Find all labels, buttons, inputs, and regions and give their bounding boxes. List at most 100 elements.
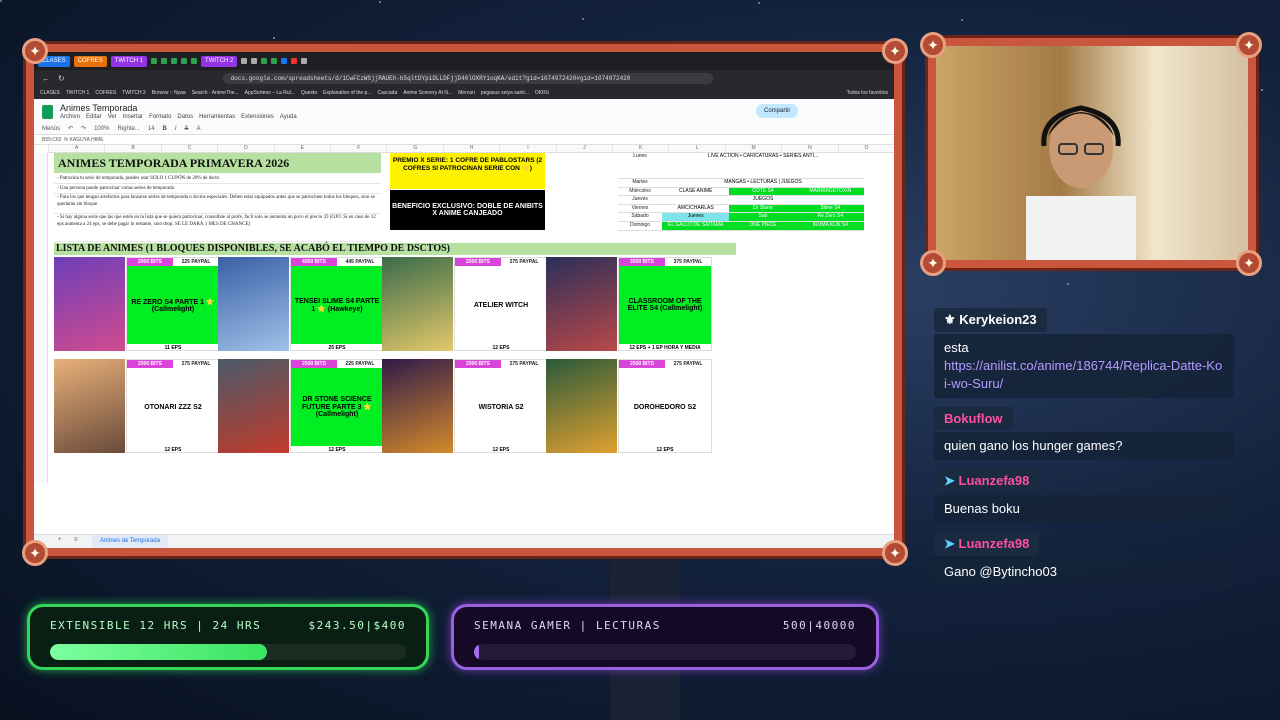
schedule-day[interactable]: Sábado bbox=[618, 213, 662, 221]
bookmark[interactable]: Browse :: Nyaa bbox=[152, 90, 186, 96]
menu-item[interactable]: Herramientas bbox=[199, 114, 235, 120]
schedule-cell[interactable]: IRUMA KUN S4 bbox=[796, 221, 864, 230]
bookmark[interactable]: Search - AnimeThe... bbox=[192, 90, 239, 96]
schedule-day[interactable]: Lunes bbox=[618, 153, 662, 178]
tab-group-twitch2[interactable]: TWITCH 2 bbox=[201, 55, 238, 67]
facebook-tab-icon[interactable] bbox=[281, 58, 288, 64]
bookmark[interactable]: OKRU bbox=[535, 90, 549, 96]
schedule-cell[interactable]: EL GALLO DE SAITAMA bbox=[662, 221, 730, 230]
bookmark[interactable]: CLASES bbox=[40, 90, 60, 96]
youtube-tab-icon[interactable] bbox=[291, 58, 298, 64]
schedule-cell[interactable]: CLASE ANIME bbox=[662, 188, 729, 196]
chat-username[interactable]: ➤ Luanzefa98 bbox=[934, 469, 1040, 493]
undo-icon[interactable]: ↶ bbox=[68, 125, 73, 132]
bookmark[interactable]: Mercari bbox=[458, 90, 475, 96]
anime-name[interactable]: DR STONE SCIENCE FUTURE PARTE 3 ⭐ (Callm… bbox=[291, 368, 383, 446]
anime-name[interactable]: DOROHEDORO S2 bbox=[619, 368, 711, 446]
sheets-tab-icon[interactable] bbox=[181, 58, 188, 64]
rule-row[interactable]: - Para los que tengan artefactos para la… bbox=[54, 194, 381, 214]
anime-slot[interactable]: 2500 BITS 275 PAYPAL OTONARI ZZZ S2 12 EPS bbox=[54, 359, 220, 453]
menu-item[interactable]: Formato bbox=[149, 114, 171, 120]
sheets-tab-icon[interactable] bbox=[171, 58, 178, 64]
all-sheets-icon[interactable]: ≡ bbox=[74, 537, 78, 543]
font-select[interactable]: Righte... bbox=[117, 126, 139, 132]
anime-poster[interactable] bbox=[382, 359, 453, 453]
column-header[interactable]: F bbox=[330, 145, 386, 152]
anime-name[interactable]: OTONARI ZZZ S2 bbox=[127, 368, 219, 446]
anime-name[interactable]: ATELIER WITCH bbox=[455, 266, 547, 344]
rule-row[interactable]: - Una persona puede patrocinar varias se… bbox=[54, 184, 381, 194]
zoom-select[interactable]: 100% bbox=[94, 126, 109, 132]
schedule-cell[interactable]: COTE S4 bbox=[729, 187, 797, 196]
schedule-day[interactable]: Viernes bbox=[618, 205, 662, 213]
schedule-cell[interactable]: MARRIAGETOXIN bbox=[796, 187, 864, 196]
column-header[interactable]: K bbox=[612, 145, 668, 152]
formula-bar[interactable]: B55:C62 fx KAGUYA HIME bbox=[34, 135, 894, 145]
menu-item[interactable]: Extensiones bbox=[241, 114, 274, 120]
column-header[interactable]: A bbox=[48, 145, 104, 152]
schedule-cell[interactable]: Sab bbox=[729, 213, 797, 221]
menu-item[interactable]: Ver bbox=[108, 114, 117, 120]
column-header[interactable]: G bbox=[386, 145, 442, 152]
anime-slot[interactable]: 2500 BITS 225 PAYPAL DR STONE SCIENCE FUTU… bbox=[218, 359, 384, 453]
menus-search[interactable]: Menús bbox=[42, 126, 60, 132]
anime-slot[interactable]: 2500 BITS 275 PAYPAL ATELIER WITCH 12 EPS bbox=[382, 257, 548, 351]
anime-name[interactable]: WISTORIA S2 bbox=[455, 368, 547, 446]
sheets-tab-icon[interactable] bbox=[261, 58, 268, 64]
share-button[interactable]: Compartir bbox=[756, 104, 799, 118]
bookmark[interactable]: Questo bbox=[301, 90, 317, 96]
bookmark[interactable]: Cascada bbox=[377, 90, 397, 96]
anime-slot[interactable]: 2500 BITS 275 PAYPAL WISTORIA S2 12 EPS bbox=[382, 359, 548, 453]
anime-poster[interactable] bbox=[54, 257, 125, 351]
schedule-day[interactable]: Miércoles bbox=[618, 188, 662, 196]
schedule-cell[interactable]: Slime S4 bbox=[796, 204, 864, 213]
anime-slot[interactable]: 4000 BITS 445 PAYPAL TENSEI SLIME S4 PARTE… bbox=[218, 257, 384, 351]
bold-icon[interactable]: B bbox=[162, 126, 166, 132]
sheet-tab-animes[interactable]: Animes de Temporada bbox=[92, 535, 168, 548]
bookmark[interactable]: Anime Scenery At N... bbox=[403, 90, 452, 96]
column-header[interactable]: N bbox=[781, 145, 837, 152]
column-header[interactable]: L bbox=[668, 145, 724, 152]
anime-poster[interactable] bbox=[546, 359, 617, 453]
tab-icon[interactable] bbox=[241, 58, 248, 64]
bookmark[interactable]: pegasus seiya saint... bbox=[481, 90, 529, 96]
column-header[interactable]: H bbox=[442, 145, 499, 152]
chat-username[interactable]: ➤ Luanzefa98 bbox=[934, 532, 1040, 556]
tab-icon[interactable] bbox=[251, 58, 258, 64]
anime-slot[interactable]: 2500 BITS 275 PAYPAL DOROHEDORO S2 12 EPS bbox=[546, 359, 712, 453]
schedule-cell[interactable]: MANGAS • LECTURAS | JUEGOS bbox=[662, 179, 864, 187]
tab-group-cofres[interactable]: COFRES bbox=[73, 55, 107, 67]
menu-item[interactable]: Archivo bbox=[60, 114, 80, 120]
tab-group-twitch1[interactable]: TWITCH 1 bbox=[110, 55, 148, 67]
reload-icon[interactable]: ↻ bbox=[58, 74, 65, 83]
menu-item[interactable]: Datos bbox=[177, 114, 193, 120]
anime-name[interactable]: TENSEI SLIME S4 PARTE 1 ⭐ (Hawkeye) bbox=[291, 266, 383, 344]
menu-item[interactable]: Insertar bbox=[123, 114, 143, 120]
schedule-cell[interactable]: ONE PIECE bbox=[729, 221, 797, 230]
prize-note[interactable]: PREMIO X SERIE: 1 COFRE DE PABLOSTARS (2… bbox=[390, 153, 545, 189]
rule-row[interactable]: - Si hay alguna serie que las que estén … bbox=[54, 214, 381, 242]
chat-link[interactable]: https://anilist.co/anime/186744/Replica-… bbox=[944, 358, 1222, 391]
anime-slot[interactable]: 3500 BITS 375 PAYPAL CLASSROOM OF THE ELIT… bbox=[546, 257, 712, 351]
column-header[interactable]: C bbox=[160, 145, 217, 152]
font-size[interactable]: 14 bbox=[148, 126, 155, 132]
doc-title[interactable]: Animes Temporada bbox=[60, 103, 137, 113]
anime-poster[interactable] bbox=[218, 359, 289, 453]
bookmark[interactable]: AppSorteos – La Rul... bbox=[245, 90, 295, 96]
schedule-cell[interactable]: Dr Stone bbox=[729, 204, 797, 213]
schedule-cell[interactable]: Re Zero S4 bbox=[796, 213, 864, 221]
anime-list-header[interactable]: LISTA DE ANIMES (1 BLOQUES DISPONIBLES, … bbox=[54, 243, 736, 255]
season-title[interactable]: ANIMES TEMPORADA PRIMAVERA 2026 bbox=[54, 153, 381, 173]
benefit-note[interactable]: BENEFICIO EXCLUSIVO: DOBLE DE ANIBITS X … bbox=[390, 190, 545, 230]
back-icon[interactable]: ← bbox=[42, 74, 50, 83]
anime-poster[interactable] bbox=[218, 257, 289, 351]
anime-poster[interactable] bbox=[382, 257, 453, 351]
anime-poster[interactable] bbox=[546, 257, 617, 351]
bookmark[interactable]: TWITCH 2 bbox=[122, 90, 146, 96]
column-header[interactable]: O bbox=[837, 145, 894, 152]
column-header[interactable]: B bbox=[104, 145, 160, 152]
italic-icon[interactable]: I bbox=[175, 126, 177, 132]
bookmark-all[interactable]: Todos los favoritos bbox=[847, 90, 894, 96]
tab-icon[interactable] bbox=[301, 58, 308, 64]
bookmark[interactable]: COFRES bbox=[95, 90, 116, 96]
